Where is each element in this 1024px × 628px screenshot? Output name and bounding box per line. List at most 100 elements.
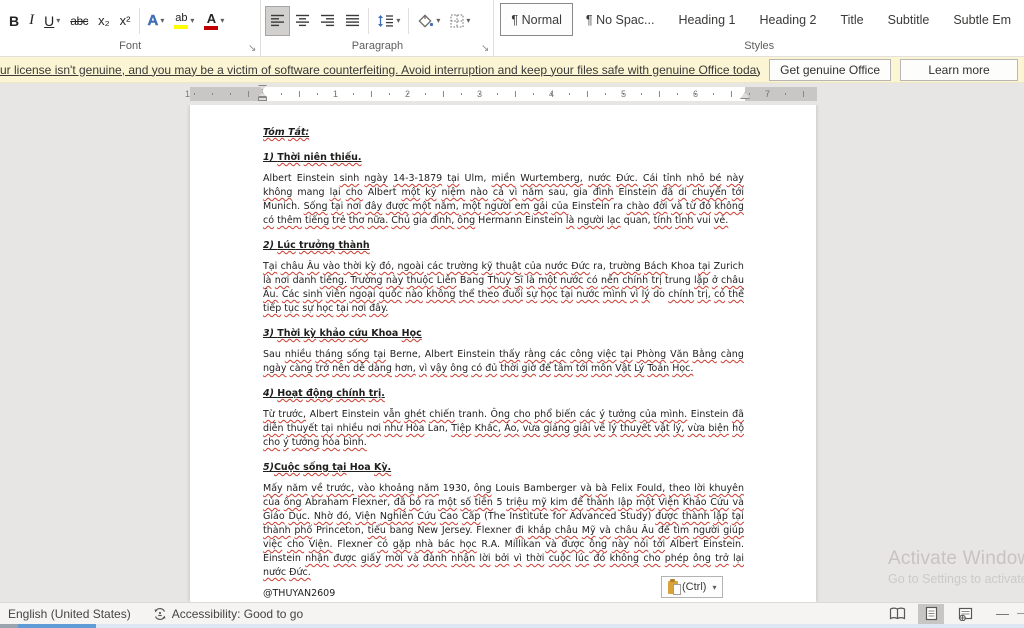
line-spacing-icon — [377, 14, 394, 28]
license-warning-link[interactable]: ur license isn't genuine, and you may be… — [0, 63, 760, 77]
shading-button[interactable]: ▾ — [412, 6, 445, 36]
justify-button[interactable] — [340, 6, 365, 36]
genuine-office-message-bar: ur license isn't genuine, and you may be… — [0, 57, 1024, 83]
text-effects-button[interactable]: A ▾ — [143, 6, 170, 36]
ruler-number: 2 — [405, 88, 410, 100]
ruler-strip: 11234567 — [190, 87, 817, 101]
read-mode-icon — [889, 607, 906, 620]
borders-button[interactable]: ▾ — [445, 6, 475, 36]
underline-label: U — [44, 13, 54, 29]
divider — [408, 8, 409, 34]
section-heading: 1) Thời niên thiếu. — [263, 151, 744, 165]
document-page[interactable]: Tóm Tắt:1) Thời niên thiếu.Albert Einste… — [190, 105, 816, 602]
ribbon: B I U ▾ abc x₂ x² A ▾ ab — [0, 0, 1024, 57]
web-layout-button[interactable] — [952, 604, 978, 624]
style-item-heading1[interactable]: Heading 1 — [667, 3, 746, 36]
style-item-title[interactable]: Title — [829, 3, 874, 36]
superscript-button[interactable]: x² — [115, 6, 136, 36]
accessibility-label: Accessibility: Good to go — [172, 607, 303, 621]
zoom-slider[interactable] — [1017, 613, 1024, 614]
align-left-button[interactable] — [265, 6, 290, 36]
document-content: Tóm Tắt:1) Thời niên thiếu.Albert Einste… — [190, 105, 816, 601]
align-left-icon — [270, 14, 285, 27]
chevron-down-icon: ▾ — [396, 16, 400, 25]
web-layout-icon — [958, 607, 973, 621]
taskbar-edge — [0, 624, 1024, 628]
paste-options-button[interactable]: (Ctrl) ▾ — [661, 576, 723, 598]
get-genuine-office-button[interactable]: Get genuine Office — [769, 59, 891, 81]
document-area: Tóm Tắt:1) Thời niên thiếu.Albert Einste… — [0, 105, 1024, 602]
style-item-heading2[interactable]: Heading 2 — [748, 3, 827, 36]
ruler-number: 7 — [765, 88, 770, 100]
style-item-subtle-emphasis[interactable]: Subtle Em — [942, 3, 1022, 36]
font-group-label: Font — [0, 39, 260, 56]
subscript-button[interactable]: x₂ — [93, 6, 115, 36]
style-item-subtitle[interactable]: Subtitle — [877, 3, 941, 36]
document-title: Tóm Tắt: — [263, 126, 744, 140]
read-mode-button[interactable] — [884, 604, 910, 624]
zoom-out-button[interactable]: — — [996, 606, 1009, 621]
view-switcher: — — [884, 603, 1024, 624]
ruler-half-ticks — [190, 91, 817, 97]
paragraph-dialog-launcher-icon[interactable]: ↘ — [481, 44, 489, 54]
chevron-down-icon: ▾ — [190, 16, 194, 25]
status-bar: English (United States) Accessibility: G… — [0, 602, 1024, 624]
align-right-icon — [320, 14, 335, 27]
underline-button[interactable]: U ▾ — [39, 6, 65, 36]
ruler-number: 4 — [549, 88, 554, 100]
align-right-button[interactable] — [315, 6, 340, 36]
highlight-color-button[interactable]: ab ▾ — [169, 6, 199, 36]
taskbar-active-app — [18, 624, 96, 628]
strikethrough-button[interactable]: abc — [65, 6, 93, 36]
taskbar-segment — [96, 624, 1024, 628]
ribbon-group-paragraph: ▾ ▾ ▾ — [261, 0, 494, 56]
activate-windows-watermark: Activate Windows — [888, 548, 1024, 570]
print-layout-button[interactable] — [918, 604, 944, 624]
ribbon-group-styles: ¶ Normal¶ No Spac...Heading 1Heading 2Ti… — [494, 0, 1024, 56]
chevron-down-icon: ▾ — [160, 16, 164, 25]
print-layout-icon — [925, 606, 938, 621]
chevron-down-icon: ▾ — [56, 16, 60, 25]
styles-group-label: Styles — [494, 39, 1024, 56]
divider — [139, 8, 140, 34]
ruler-number: 1 — [333, 88, 338, 100]
section-heading: 2) Lúc trưởng thành — [263, 239, 744, 253]
section-heading: 4) Hoạt động chính trị. — [263, 387, 744, 401]
styles-gallery: ¶ Normal¶ No Spac...Heading 1Heading 2Ti… — [494, 0, 1024, 39]
borders-grid-icon — [450, 14, 464, 28]
font-dialog-launcher-icon[interactable]: ↘ — [248, 44, 256, 54]
paste-options-label: (Ctrl) — [682, 581, 706, 593]
chevron-down-icon: ▾ — [220, 16, 224, 25]
align-center-button[interactable] — [290, 6, 315, 36]
indent-marker-left[interactable] — [258, 85, 267, 103]
ruler-number: 6 — [693, 88, 698, 100]
font-color-icon: A — [204, 12, 218, 30]
section-paragraph: Mấy năm về trước, vào khoảng năm 1930, ô… — [263, 482, 744, 580]
font-tools: B I U ▾ abc x₂ x² A ▾ ab — [0, 0, 260, 39]
bold-button[interactable]: B — [4, 6, 24, 36]
section-paragraph: Từ trước, Albert Einstein vẫn ghét chiến… — [263, 408, 744, 450]
text-effects-icon: A — [148, 12, 159, 29]
learn-more-button[interactable]: Learn more — [900, 59, 1018, 81]
paragraph-group-label: Paragraph — [261, 39, 493, 56]
style-item-no-spacing[interactable]: ¶ No Spac... — [575, 3, 666, 36]
line-spacing-button[interactable]: ▾ — [372, 6, 405, 36]
divider — [368, 8, 369, 34]
ruler-number: 5 — [621, 88, 626, 100]
chevron-down-icon: ▾ — [436, 16, 440, 25]
section-heading: 5)Cuộc sống tại Hoa Kỳ. — [263, 461, 744, 475]
font-color-button[interactable]: A ▾ — [199, 6, 229, 36]
activate-windows-subtext: Go to Settings to activate Windows — [888, 572, 1024, 586]
accessibility-icon — [153, 607, 167, 621]
italic-button[interactable]: I — [24, 6, 39, 36]
ruler-number: 3 — [477, 88, 482, 100]
word-window: B I U ▾ abc x₂ x² A ▾ ab — [0, 0, 1024, 628]
justify-icon — [345, 14, 360, 27]
chevron-down-icon: ▾ — [466, 16, 470, 25]
style-item-normal[interactable]: ¶ Normal — [500, 3, 572, 36]
accessibility-status[interactable]: Accessibility: Good to go — [153, 607, 303, 621]
paragraph-tools: ▾ ▾ ▾ — [261, 0, 493, 39]
language-status[interactable]: English (United States) — [8, 607, 131, 621]
section-heading: 3) Thời kỳ khảo cứu Khoa Học — [263, 327, 744, 341]
horizontal-ruler: 11234567 — [0, 83, 1024, 105]
